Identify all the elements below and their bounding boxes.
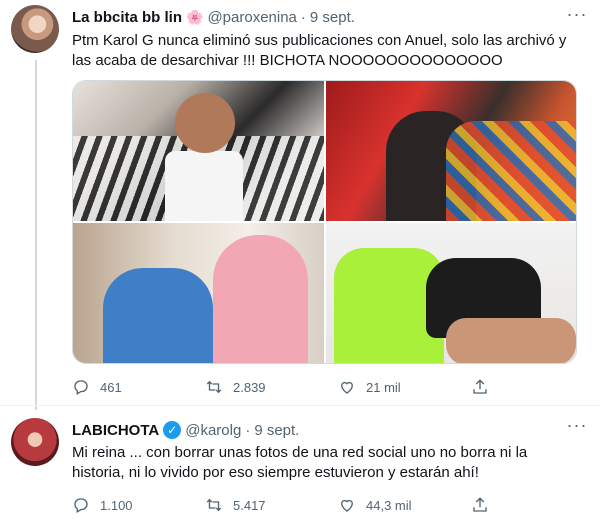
reply-icon — [74, 498, 88, 513]
like-button[interactable]: 44,3 mil — [338, 496, 471, 514]
tweet-actions: 1.100 5.417 44,3 mil — [72, 496, 501, 514]
tweet-text: Mi reina ... con borrar unas fotos de un… — [72, 444, 528, 481]
retweet-count: 5.417 — [233, 497, 266, 513]
verified-badge-icon: ✓ — [163, 421, 182, 439]
avatar[interactable] — [11, 5, 59, 53]
like-count: 21 mil — [366, 379, 401, 395]
tweet-actions: 461 2.839 21 mil — [72, 378, 501, 396]
reply-button[interactable]: 1.100 — [72, 496, 205, 514]
retweet-icon — [206, 380, 222, 394]
like-button[interactable]: 21 mil — [338, 378, 471, 396]
display-name[interactable]: La bbcita bb lin — [72, 9, 182, 26]
photo-2[interactable] — [326, 81, 576, 221]
reply-icon — [74, 380, 88, 395]
share-icon — [473, 379, 487, 394]
tweet-date[interactable]: 9 sept. — [310, 9, 355, 26]
like-count: 44,3 mil — [366, 497, 412, 513]
heart-icon — [341, 381, 353, 394]
tweet-divider — [0, 405, 600, 406]
retweet-button[interactable]: 2.839 — [205, 378, 338, 396]
reply-count: 461 — [100, 379, 122, 395]
share-button[interactable] — [471, 378, 501, 396]
user-handle[interactable]: @paroxenina — [207, 9, 296, 26]
retweet-count: 2.839 — [233, 379, 266, 395]
tweet-text: Ptm Karol G nunca eliminó sus publicacio… — [72, 32, 567, 69]
share-icon — [473, 497, 487, 512]
retweet-button[interactable]: 5.417 — [205, 496, 338, 514]
reply-count: 1.100 — [100, 497, 133, 513]
more-options-icon[interactable]: ··· — [566, 416, 588, 438]
retweet-icon — [206, 498, 222, 512]
media-grid — [72, 80, 577, 364]
separator-dot: · — [245, 421, 251, 439]
photo-3[interactable] — [73, 223, 324, 363]
tweet-date[interactable]: 9 sept. — [254, 422, 299, 439]
user-handle[interactable]: @karolg — [185, 422, 241, 439]
more-options-icon[interactable]: ··· — [566, 5, 588, 27]
tweet-header: LABICHOTA ✓ @karolg · 9 sept. — [72, 421, 299, 439]
photo-4[interactable] — [326, 223, 576, 363]
thread-connector-line — [35, 60, 37, 410]
heart-icon — [341, 499, 353, 512]
share-button[interactable] — [471, 496, 501, 514]
separator-dot: · — [300, 9, 306, 26]
tweet-header: La bbcita bb lin 🌸 @paroxenina · 9 sept. — [72, 9, 355, 26]
display-name[interactable]: LABICHOTA — [72, 422, 159, 439]
flower-emoji: 🌸 — [186, 9, 204, 25]
photo-1[interactable] — [73, 81, 324, 221]
reply-button[interactable]: 461 — [72, 378, 205, 396]
avatar[interactable] — [11, 418, 59, 466]
